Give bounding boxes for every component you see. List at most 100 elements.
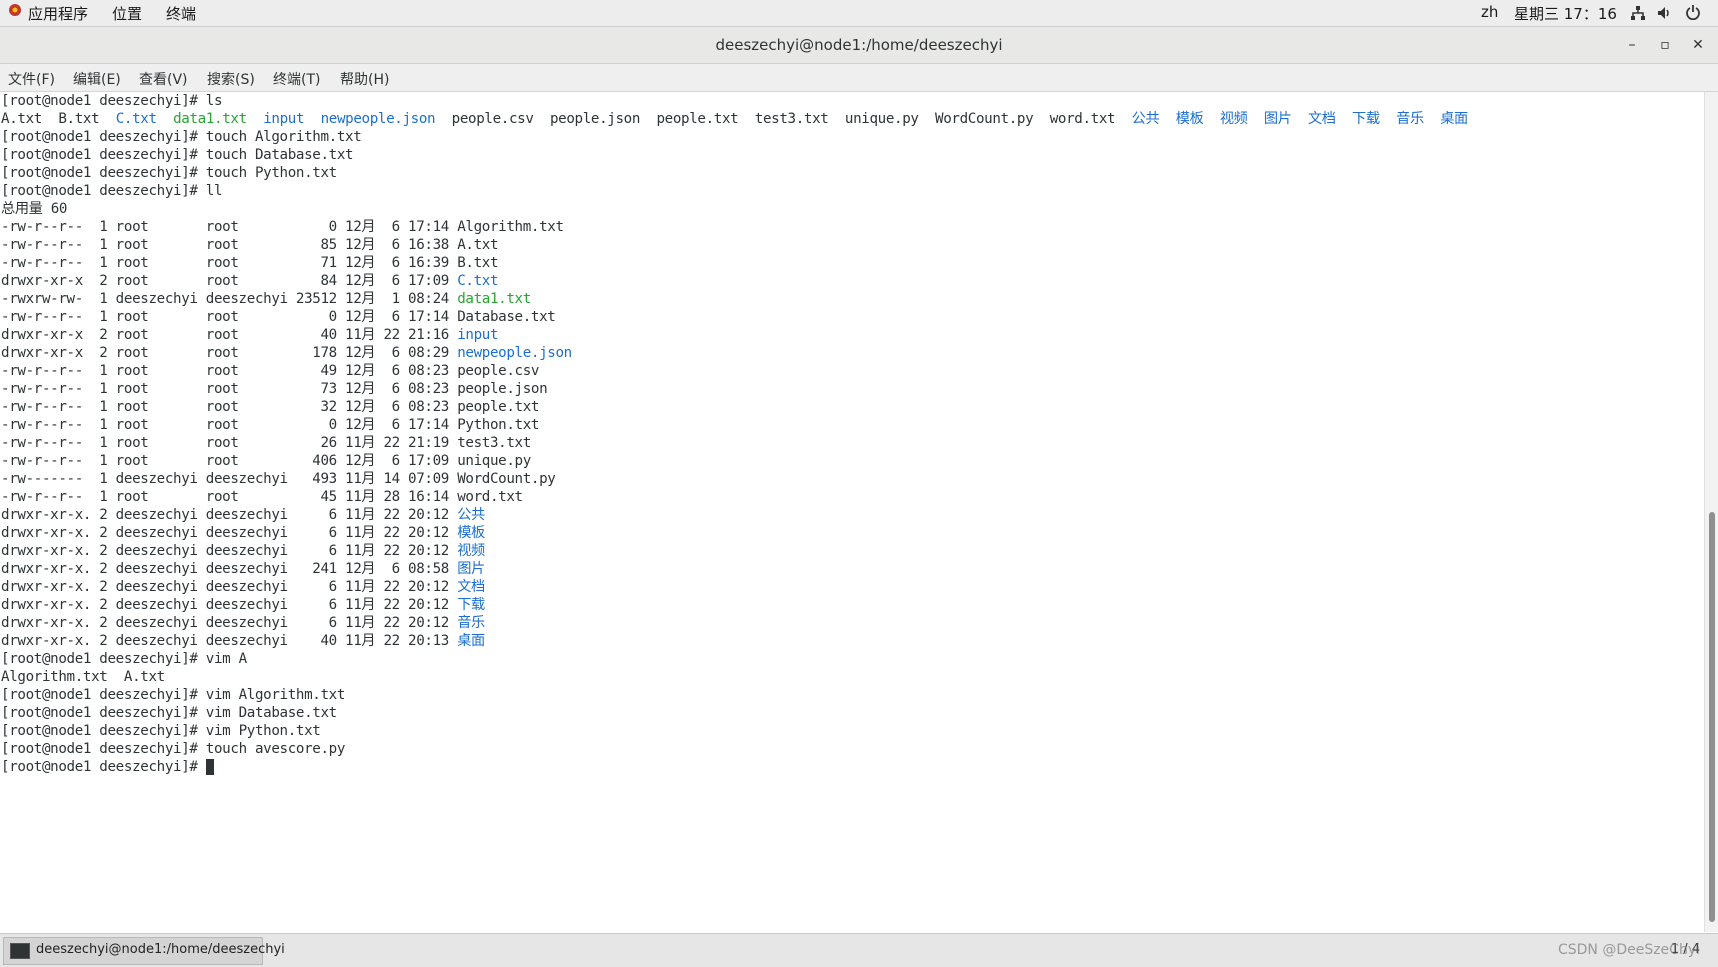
ll-row: drwxr-xr-x. 2 deeszechyi deeszechyi 241 … bbox=[1, 561, 485, 577]
ls-entry: 下载 bbox=[1352, 111, 1380, 127]
ll-filename: 下载 bbox=[457, 597, 485, 613]
ls-entry: A.txt bbox=[1, 111, 42, 127]
scrollbar-thumb[interactable] bbox=[1709, 512, 1715, 922]
ll-filename: A.txt bbox=[457, 237, 499, 253]
ll-filename: test3.txt bbox=[457, 435, 531, 451]
menu-view[interactable]: 查看(V) bbox=[139, 69, 188, 89]
taskbar-window-label: deeszechyi@node1:/home/deeszechyi bbox=[36, 942, 285, 957]
ll-row: drwxr-xr-x 2 root root 84 12月 6 17:09 C.… bbox=[1, 273, 499, 289]
volume-icon[interactable] bbox=[1656, 5, 1672, 25]
shell-prompt: [root@node1 deeszechyi]# bbox=[1, 93, 206, 109]
ll-row: drwxr-xr-x 2 root root 178 12月 6 08:29 n… bbox=[1, 345, 572, 361]
ll-filename: Database.txt bbox=[457, 309, 556, 325]
places-menu[interactable]: 位置 bbox=[112, 3, 142, 24]
ls-entry: people.txt bbox=[656, 111, 739, 127]
ll-filename: people.txt bbox=[457, 399, 540, 415]
ll-filename: 桌面 bbox=[457, 633, 485, 649]
ll-row: -rw-r--r-- 1 root root 71 12月 6 16:39 B.… bbox=[1, 255, 499, 271]
ls-entry: 视频 bbox=[1219, 111, 1248, 127]
terminal-scrollbar[interactable] bbox=[1704, 92, 1718, 932]
bottom-taskbar: deeszechyi@node1:/home/deeszechyi 1 / 4 … bbox=[0, 933, 1718, 967]
maximize-button[interactable]: ▫ bbox=[1653, 33, 1677, 57]
ll-filename: people.csv bbox=[457, 363, 540, 379]
ll-filename: input bbox=[457, 327, 499, 343]
ll-filename: Python.txt bbox=[457, 417, 540, 433]
ll-row: -rwxrw-rw- 1 deeszechyi deeszechyi 23512… bbox=[1, 291, 531, 307]
ls-entry: 图片 bbox=[1263, 111, 1292, 127]
ls-entry: input bbox=[263, 111, 305, 127]
ll-filename: word.txt bbox=[457, 489, 523, 505]
ll-filename: newpeople.json bbox=[457, 345, 572, 361]
ls-entry: 模板 bbox=[1175, 111, 1204, 127]
ll-row: drwxr-xr-x. 2 deeszechyi deeszechyi 40 1… bbox=[1, 633, 485, 649]
ls-entry: people.json bbox=[549, 111, 641, 127]
shell-command: vim Database.txt bbox=[205, 705, 337, 721]
menu-search[interactable]: 搜索(S) bbox=[207, 69, 255, 89]
menu-edit[interactable]: 编辑(E) bbox=[73, 69, 121, 89]
shell-command: vim A bbox=[205, 651, 247, 667]
ll-filename: WordCount.py bbox=[457, 471, 556, 487]
ll-row: -rw-r--r-- 1 root root 85 12月 6 16:38 A.… bbox=[1, 237, 499, 253]
ls-entry: C.txt bbox=[115, 111, 157, 127]
shell-prompt: [root@node1 deeszechyi]# bbox=[1, 723, 206, 739]
ll-row: -rw-r--r-- 1 root root 0 12月 6 17:14 Alg… bbox=[1, 219, 564, 235]
ll-filename: 公共 bbox=[457, 507, 485, 523]
network-icon[interactable] bbox=[1630, 5, 1646, 25]
power-icon[interactable] bbox=[1685, 4, 1701, 24]
shell-command: ls bbox=[205, 93, 223, 109]
menu-help[interactable]: 帮助(H) bbox=[340, 69, 389, 89]
shell-command: touch avescore.py bbox=[205, 741, 346, 757]
ls-entry: 公共 bbox=[1131, 111, 1160, 127]
shell-command: ll bbox=[205, 183, 223, 199]
ll-row: -rw-r--r-- 1 root root 45 11月 28 16:14 w… bbox=[1, 489, 523, 505]
ls-entry: 桌面 bbox=[1440, 111, 1468, 127]
window-title: deeszechyi@node1:/home/deeszechyi bbox=[715, 36, 1003, 54]
shell-prompt: [root@node1 deeszechyi]# bbox=[1, 687, 206, 703]
ll-row: drwxr-xr-x. 2 deeszechyi deeszechyi 6 11… bbox=[1, 615, 485, 631]
apps-icon[interactable] bbox=[8, 3, 22, 21]
taskbar-window-item[interactable]: deeszechyi@node1:/home/deeszechyi bbox=[3, 937, 285, 965]
shell-prompt: [root@node1 deeszechyi]# bbox=[1, 129, 206, 145]
ll-filename: unique.py bbox=[457, 453, 531, 469]
input-language-indicator[interactable]: zh bbox=[1481, 3, 1498, 21]
ll-row: drwxr-xr-x. 2 deeszechyi deeszechyi 6 11… bbox=[1, 579, 485, 595]
watermark: CSDN @DeeSzeChyi bbox=[1557, 942, 1700, 958]
ll-filename: data1.txt bbox=[457, 291, 531, 307]
shell-prompt: [root@node1 deeszechyi]# bbox=[1, 705, 206, 721]
ll-row: drwxr-xr-x. 2 deeszechyi deeszechyi 6 11… bbox=[1, 525, 485, 541]
terminal-output-area[interactable]: [root@node1 deeszechyi]# ls A.txt B.txt … bbox=[0, 92, 1704, 932]
ls-entry: people.csv bbox=[451, 111, 534, 127]
ls-entry: 音乐 bbox=[1396, 111, 1424, 127]
shell-command: touch Database.txt bbox=[205, 147, 354, 163]
ll-filename: 图片 bbox=[457, 561, 485, 577]
ll-filename: people.json bbox=[457, 381, 548, 397]
clock[interactable]: 星期三 17：16 bbox=[1514, 3, 1617, 24]
ls-entry: 文档 bbox=[1307, 111, 1336, 127]
ll-filename: Algorithm.txt bbox=[457, 219, 564, 235]
shell-prompt: [root@node1 deeszechyi]# bbox=[1, 165, 206, 181]
shell-command: touch Algorithm.txt bbox=[205, 129, 362, 145]
menu-terminal[interactable]: 终端(T) bbox=[273, 69, 320, 89]
ll-row: -rw-r--r-- 1 root root 49 12月 6 08:23 pe… bbox=[1, 363, 540, 379]
tab-completion: Algorithm.txt A.txt bbox=[1, 669, 165, 685]
ll-row: -rw-r--r-- 1 root root 26 11月 22 21:19 t… bbox=[1, 435, 531, 451]
ls-entry: data1.txt bbox=[173, 111, 247, 127]
minimize-button[interactable]: – bbox=[1620, 33, 1644, 57]
menu-file[interactable]: 文件(F) bbox=[8, 69, 55, 89]
window-titlebar[interactable]: deeszechyi@node1:/home/deeszechyi – ▫ ✕ bbox=[0, 27, 1718, 64]
close-button[interactable]: ✕ bbox=[1686, 33, 1710, 57]
ll-row: -rw-r--r-- 1 root root 0 12月 6 17:14 Dat… bbox=[1, 309, 556, 325]
ll-row: drwxr-xr-x. 2 deeszechyi deeszechyi 6 11… bbox=[1, 543, 485, 559]
ll-row: -rw-r--r-- 1 root root 0 12月 6 17:14 Pyt… bbox=[1, 417, 540, 433]
system-top-bar: 应用程序 位置 终端 zh 星期三 17：16 bbox=[0, 0, 1718, 27]
ls-entry: newpeople.json bbox=[320, 111, 436, 127]
ll-row: drwxr-xr-x. 2 deeszechyi deeszechyi 6 11… bbox=[1, 507, 485, 523]
ll-row: -rw-r--r-- 1 root root 32 12月 6 08:23 pe… bbox=[1, 399, 540, 415]
terminal-text: [root@node1 deeszechyi]# ls A.txt B.txt … bbox=[0, 92, 1704, 776]
shell-prompt: [root@node1 deeszechyi]# bbox=[1, 759, 206, 775]
ls-entry: B.txt bbox=[58, 111, 100, 127]
shell-command: vim Python.txt bbox=[205, 723, 321, 739]
ll-row: -rw------- 1 deeszechyi deeszechyi 493 1… bbox=[1, 471, 556, 487]
terminal-app-menu[interactable]: 终端 bbox=[166, 3, 196, 24]
applications-menu[interactable]: 应用程序 bbox=[28, 3, 88, 24]
